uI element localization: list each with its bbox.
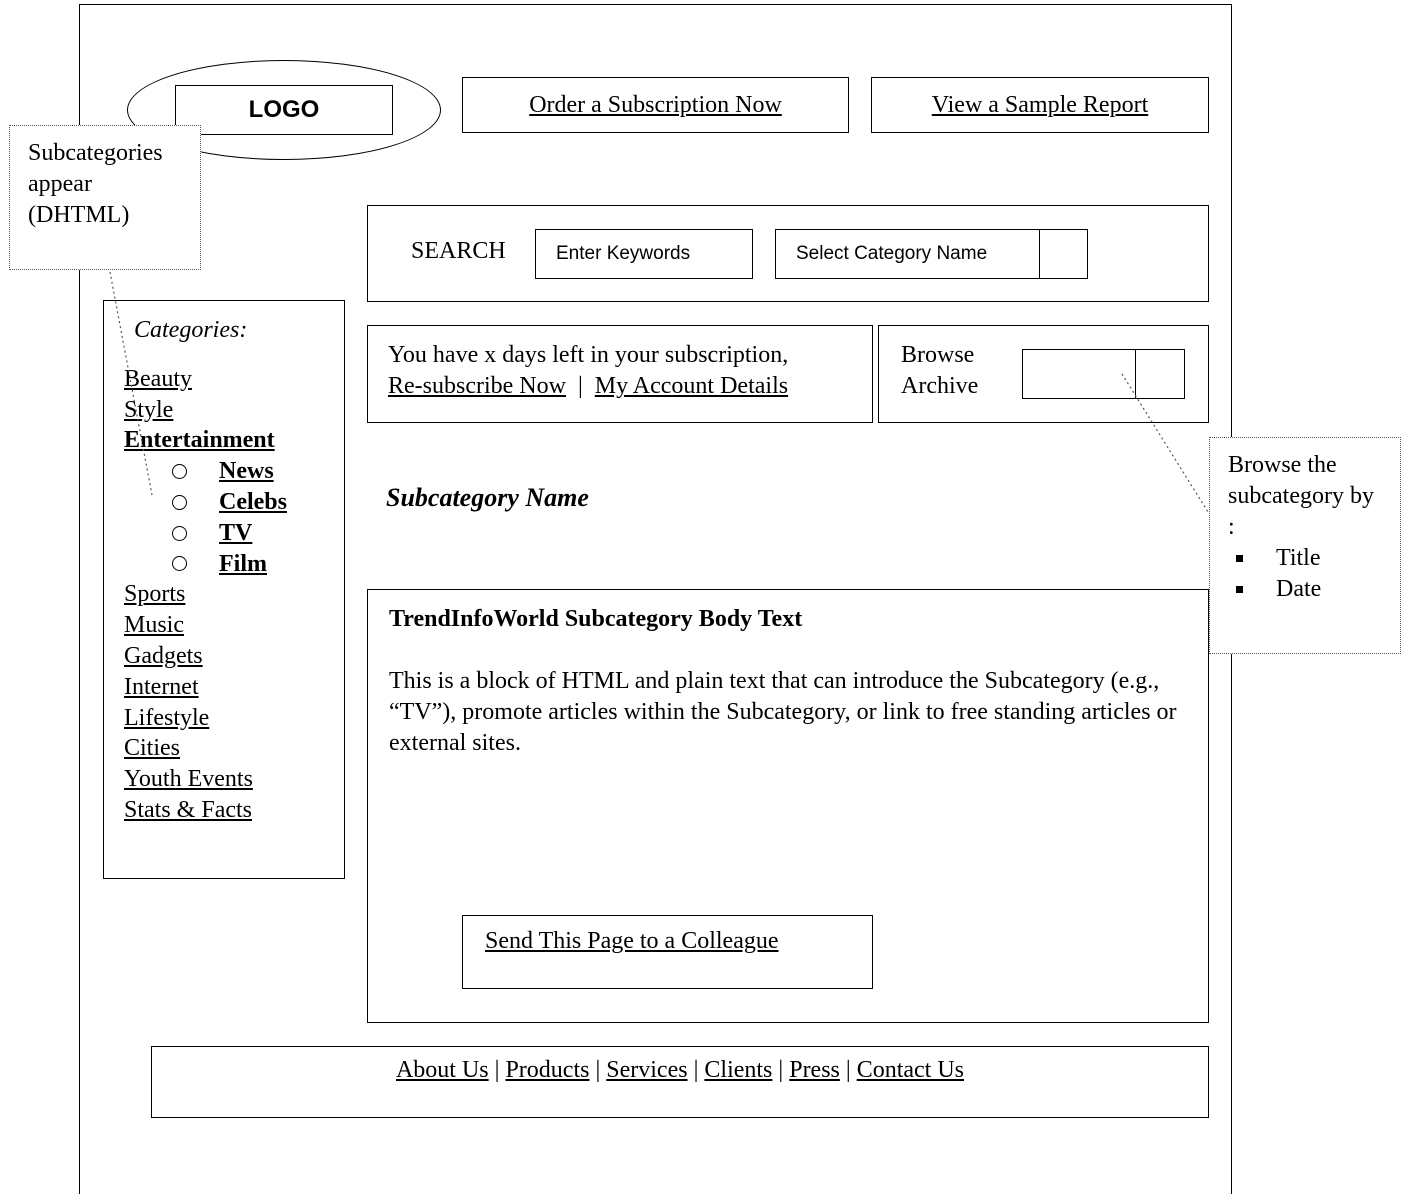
search-label: SEARCH [411, 238, 506, 264]
category-select-dropdown-button[interactable] [1039, 229, 1088, 279]
note-heading: Browse the subcategory by : [1228, 452, 1374, 540]
note-bullet-item: Title [1228, 543, 1382, 574]
footer-link-contact-us[interactable]: Contact Us [857, 1057, 964, 1117]
footer-nav: About Us | Products | Services | Clients… [151, 1046, 1209, 1118]
subscription-message: You have x days left in your subscriptio… [388, 342, 789, 368]
note-item-title: Title [1276, 545, 1321, 571]
archive-select-dropdown-button[interactable] [1135, 349, 1185, 399]
category-gadgets[interactable]: Gadgets [124, 641, 344, 672]
category-sports[interactable]: Sports [124, 579, 344, 610]
subcategory-tv[interactable]: TV [219, 518, 252, 549]
note-bullet-item: Date [1228, 574, 1382, 605]
send-to-colleague-link[interactable]: Send This Page to a Colleague [485, 928, 779, 954]
category-beauty[interactable]: Beauty [124, 364, 344, 395]
category-cities[interactable]: Cities [124, 733, 344, 764]
subcategory-item: News [124, 456, 344, 487]
link-separator: | [577, 373, 583, 399]
entertainment-subcategories: News Celebs TV Film [124, 456, 344, 579]
subcategory-title: Subcategory Name [386, 483, 589, 512]
order-subscription-button[interactable]: Order a Subscription Now [462, 77, 849, 133]
account-details-link[interactable]: My Account Details [595, 373, 788, 399]
logo[interactable]: LOGO [175, 85, 393, 135]
annotation-note-subcategories: Subcategories appear (DHTML) [9, 125, 201, 270]
footer-separator: | [693, 1057, 699, 1083]
footer-link-products[interactable]: Products [505, 1057, 589, 1117]
footer-separator: | [595, 1057, 601, 1083]
circle-bullet-icon [172, 494, 187, 510]
category-youth-events[interactable]: Youth Events [124, 764, 344, 795]
send-to-colleague-button[interactable]: Send This Page to a Colleague [462, 915, 873, 989]
footer-separator: | [845, 1057, 851, 1083]
subcategory-item: TV [124, 518, 344, 549]
circle-bullet-icon [172, 556, 187, 572]
subcategory-news[interactable]: News [219, 456, 274, 487]
subcategory-item: Celebs [124, 487, 344, 518]
view-sample-report-link[interactable]: View a Sample Report [932, 92, 1149, 119]
category-internet[interactable]: Internet [124, 672, 344, 703]
footer-separator: | [494, 1057, 500, 1083]
keyword-search-input[interactable]: Enter Keywords [535, 229, 753, 279]
body-title: TrendInfoWorld Subcategory Body Text [389, 606, 803, 632]
category-entertainment[interactable]: Entertainment [124, 425, 344, 456]
category-style[interactable]: Style [124, 395, 344, 426]
footer-separator: | [778, 1057, 784, 1083]
square-bullet-icon [1236, 586, 1243, 593]
view-sample-report-button[interactable]: View a Sample Report [871, 77, 1209, 133]
circle-bullet-icon [172, 525, 187, 541]
annotation-note-browse: Browse the subcategory by : Title Date [1209, 437, 1401, 654]
subcategory-item: Film [124, 549, 344, 580]
footer-link-press[interactable]: Press [789, 1057, 840, 1117]
body-text: This is a block of HTML and plain text t… [389, 668, 1177, 756]
footer-link-about-us[interactable]: About Us [396, 1057, 489, 1117]
categories-heading: Categories: [134, 317, 248, 343]
order-subscription-link[interactable]: Order a Subscription Now [529, 92, 782, 119]
circle-bullet-icon [172, 464, 187, 480]
footer-link-clients[interactable]: Clients [704, 1057, 772, 1117]
square-bullet-icon [1236, 555, 1243, 562]
category-lifestyle[interactable]: Lifestyle [124, 703, 344, 734]
categories-panel: Categories: Beauty Style Entertainment N… [103, 300, 345, 879]
subscription-status-box: You have x days left in your subscriptio… [367, 325, 873, 423]
subcategory-celebs[interactable]: Celebs [219, 487, 287, 518]
note-item-date: Date [1276, 576, 1322, 602]
category-stats-facts[interactable]: Stats & Facts [124, 795, 344, 826]
footer-link-services[interactable]: Services [606, 1057, 687, 1117]
resubscribe-link[interactable]: Re-subscribe Now [388, 373, 566, 399]
note-text: Subcategories appear (DHTML) [28, 140, 163, 228]
category-music[interactable]: Music [124, 610, 344, 641]
subcategory-film[interactable]: Film [219, 549, 267, 580]
